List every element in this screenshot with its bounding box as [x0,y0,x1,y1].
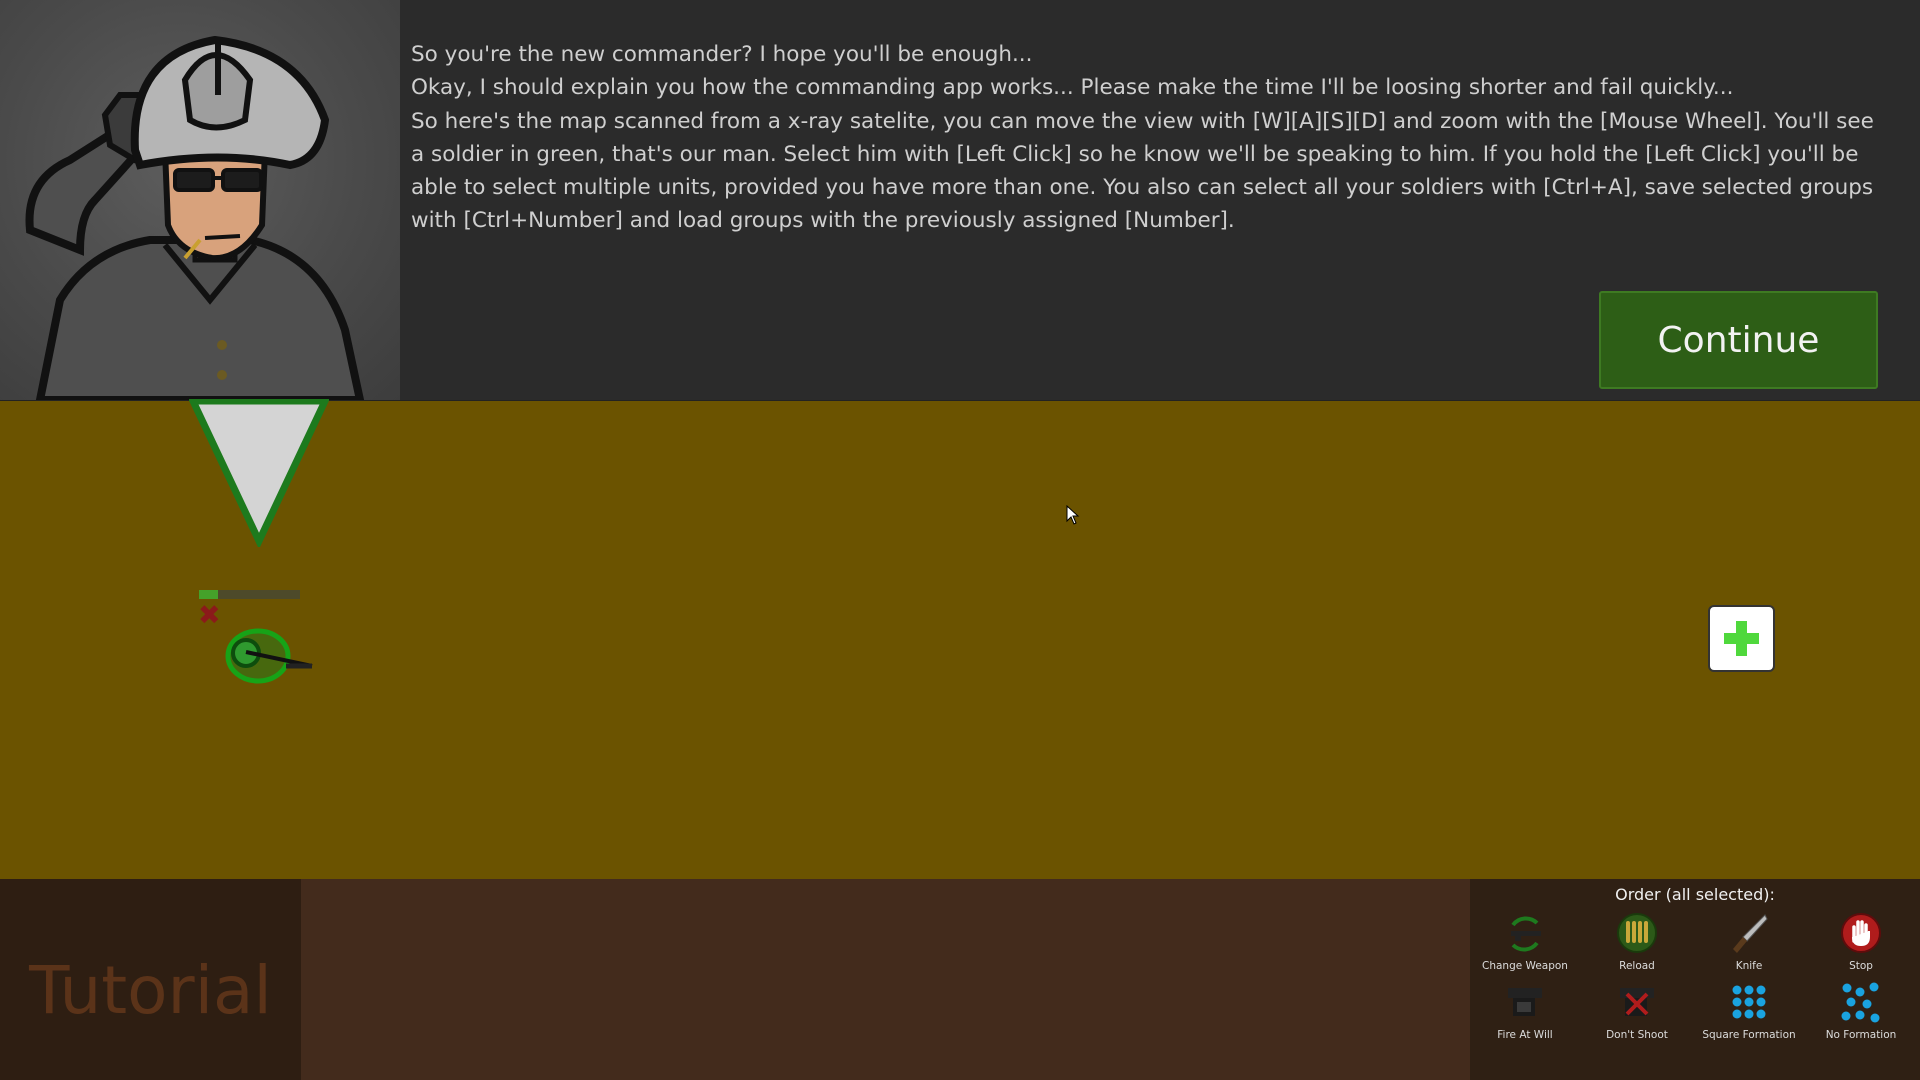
dont-shoot-icon [1617,980,1657,1024]
commander-portrait [0,0,400,400]
order-label: Reload [1619,960,1655,972]
order-panel-title: Order (all selected): [1615,885,1775,904]
order-label: Change Weapon [1482,960,1568,972]
soldier-health-fill [199,590,219,599]
order-label: Stop [1849,960,1873,972]
order-label: Fire At Will [1497,1029,1553,1041]
reload-button[interactable]: Reload [1582,911,1692,979]
square-formation-button[interactable]: Square Formation [1694,980,1804,1048]
no-formation-button[interactable]: No Formation [1806,980,1916,1048]
dont-shoot-button[interactable]: Don't Shoot [1582,980,1692,1048]
no-formation-icon [1841,980,1881,1024]
dialog-line: So you're the new commander? I hope you'… [411,42,1033,67]
commander-illustration [25,35,365,400]
soldier-health-bar [199,590,300,599]
dialog-line: Okay, I should explain you how the comma… [411,75,1734,101]
level-name: Tutorial [29,952,272,1029]
fire-at-will-button[interactable]: Fire At Will [1470,980,1580,1048]
order-label: No Formation [1825,1029,1897,1041]
waypoint-marker-icon [189,399,329,547]
order-label: Square Formation [1702,1029,1796,1041]
friendly-soldier[interactable] [216,620,318,686]
dialog-text: So you're the new commander? I hope you'… [411,38,1891,238]
fire-at-will-icon [1505,980,1545,1024]
knife-button[interactable]: Knife [1694,911,1804,979]
change-weapon-button[interactable]: Change Weapon [1470,911,1580,979]
order-label: Don't Shoot [1606,1029,1668,1041]
level-name-panel: Tutorial [0,879,301,1080]
dialog-line: So here's the map scanned from a x-ray s… [411,108,1874,234]
change-weapon-icon [1505,911,1545,955]
order-label: Knife [1735,960,1763,972]
continue-button[interactable]: Continue [1599,291,1878,389]
dialog-panel: So you're the new commander? I hope you'… [0,0,1920,402]
medkit-cross-icon [1724,621,1759,656]
stop-button[interactable]: Stop [1806,911,1916,979]
knife-icon [1729,911,1769,955]
stop-hand-icon [1841,911,1881,955]
medkit-pickup[interactable] [1708,605,1775,672]
reload-icon [1617,911,1657,955]
mouse-cursor-icon [1066,505,1080,525]
order-panel: Order (all selected): Change Weapon Relo… [1470,879,1920,1080]
square-formation-icon [1729,980,1769,1024]
